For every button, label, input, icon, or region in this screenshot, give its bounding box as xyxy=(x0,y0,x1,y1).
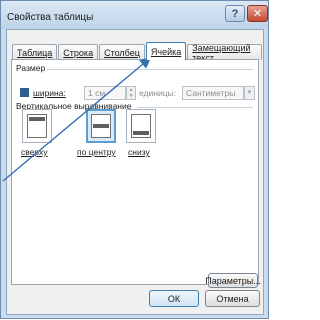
width-spinner[interactable]: ▲ ▼ xyxy=(126,86,136,100)
close-icon: ✕ xyxy=(252,8,263,20)
valign-center-label[interactable]: по центру xyxy=(77,147,116,157)
valign-separator xyxy=(138,107,253,108)
question-icon: ? xyxy=(231,7,239,20)
valign-center-option[interactable] xyxy=(86,109,116,143)
dialog-body: Таблица Строка Столбец Ячейка Замещающий… xyxy=(6,29,264,315)
close-button[interactable]: ✕ xyxy=(247,5,268,22)
dialog-title: Свойства таблицы xyxy=(7,12,94,23)
size-separator xyxy=(46,69,253,70)
units-select[interactable]: Сантиметры xyxy=(182,86,244,100)
align-bar xyxy=(29,117,45,121)
cancel-button[interactable]: Отмена xyxy=(205,290,260,307)
align-center-frame xyxy=(86,109,116,143)
table-properties-dialog: Свойства таблицы ? ✕ Таблица Строка Стол… xyxy=(0,0,269,319)
title-bar[interactable]: Свойства таблицы ? ✕ xyxy=(1,1,268,29)
size-section-label: Размер xyxy=(16,63,46,73)
chevron-down-icon: ▼ xyxy=(246,90,253,96)
valign-bottom-label[interactable]: снизу xyxy=(128,147,150,157)
units-label: единицы: xyxy=(139,88,177,98)
tab-strip: Таблица Строка Столбец Ячейка Замещающий… xyxy=(12,42,263,63)
help-button[interactable]: ? xyxy=(225,5,245,22)
align-bar xyxy=(93,124,109,128)
spin-down-icon: ▼ xyxy=(128,93,134,99)
units-dropdown-button[interactable]: ▼ xyxy=(244,86,255,100)
tab-column[interactable]: Столбец xyxy=(99,44,145,60)
width-input[interactable]: 1 см xyxy=(84,86,126,100)
align-center-icon xyxy=(91,114,111,138)
valign-bottom-option[interactable] xyxy=(126,109,156,143)
align-bottom-icon xyxy=(131,114,151,138)
tab-label: Таблица xyxy=(17,47,53,58)
width-checkbox[interactable] xyxy=(20,88,29,97)
width-label: ширина: xyxy=(33,88,66,98)
align-bottom-frame xyxy=(126,109,156,143)
tab-label: Строка xyxy=(63,47,94,58)
valign-top-option[interactable] xyxy=(22,109,52,143)
tab-table[interactable]: Таблица xyxy=(12,44,58,60)
align-top-icon xyxy=(27,114,47,138)
tab-label: Столбец xyxy=(104,47,140,58)
valign-top-label[interactable]: сверху xyxy=(21,147,48,157)
tab-row[interactable]: Строка xyxy=(58,44,99,60)
align-bar xyxy=(133,131,149,135)
tab-alt-text[interactable]: Замещающий текст xyxy=(187,43,262,63)
cell-tab-panel: Размер ширина: 1 см ▲ ▼ единицы: Сантиме… xyxy=(11,59,261,288)
ok-button[interactable]: ОК xyxy=(149,290,199,307)
tab-label: Ячейка xyxy=(150,46,182,57)
tab-cell[interactable]: Ячейка xyxy=(145,42,187,60)
align-top-frame xyxy=(22,109,52,143)
params-button[interactable]: Параметры... xyxy=(205,273,261,288)
